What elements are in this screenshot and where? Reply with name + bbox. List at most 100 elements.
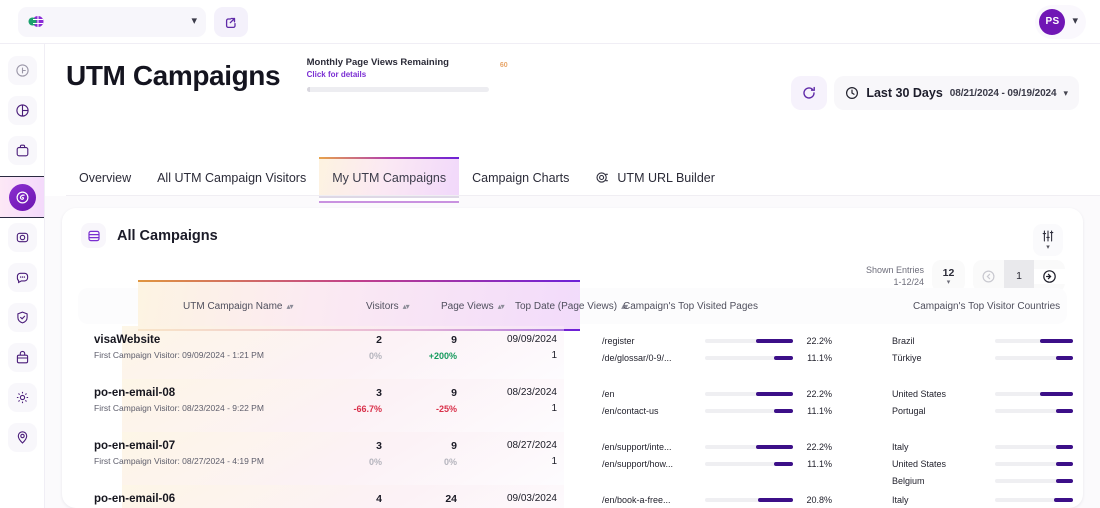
delta: 0% [368,351,382,361]
mini-bar-track [705,497,793,502]
date-range-picker[interactable]: Last 30 Days 08/21/2024 - 09/19/2024 ▾ [834,76,1079,110]
column-header-visitors[interactable]: Visitors ▴▾ [366,301,410,312]
mini-bar-label: /en/support/inte... [602,441,672,452]
mini-bar-label: /en/book-a-free... [602,494,671,505]
mini-bar-percent: 22.2% [806,441,832,452]
page-header: UTM Campaigns Monthly Page Views Remaini… [45,44,1100,156]
mini-bar-row: Türkiye 11.1% [892,349,1083,366]
mini-bar-percent: 11.1% [807,352,832,363]
page-views-cell: 9 -25% [399,387,457,414]
mini-bar-fill [774,355,793,360]
mini-bar-track [995,478,1073,483]
column-label: UTM Campaign Name [183,300,283,312]
column-label: Top Date (Page Views) [515,300,618,312]
visitors-cell: 4+300% [324,493,382,508]
sidebar-item-goals[interactable] [7,223,37,252]
column-header-campaign-name[interactable]: UTM Campaign Name ▴▾ [183,300,294,312]
tab-label: My UTM Campaigns [332,171,447,185]
card-header: All Campaigns [62,208,1083,248]
quota-details-link[interactable]: Click for details [307,70,489,79]
top-date: 08/23/2024 [506,387,557,398]
mini-bar-track [995,391,1073,396]
column-label: Campaign's Top Visitor Countries [913,300,1061,312]
open-site-button[interactable] [214,6,248,37]
mini-bar-fill [1056,444,1073,449]
top-date: 08/27/2024 [506,440,557,451]
campaigns-table: UTM Campaign Name ▴▾ Visitors ▴▾ Page Vi… [62,280,1083,508]
tab-label: All UTM Campaign Visitors [157,171,307,185]
column-settings-button[interactable]: ▾ [1033,224,1063,256]
tab-label: Overview [79,171,132,185]
mini-bar-percent: 11.1% [1080,406,1083,416]
mini-bar-row: /en 22.2% [602,385,832,402]
sidebar-item-security[interactable] [7,303,37,332]
top-date: 09/03/2024 [506,493,557,504]
value: 9 [451,334,457,346]
mini-bar-fill [755,444,793,449]
quota-progress-bar [306,87,489,92]
user-menu[interactable]: PS ▾ [1035,4,1086,39]
chevron-down-icon: ▾ [1046,244,1050,251]
column-header-top-date[interactable]: Top Date (Page Views) ▴▾ [515,300,628,312]
sidebar-item-campaigns[interactable] [0,176,44,218]
mini-bar-row: Portugal 11.1% [892,402,1083,419]
sidebar-item-ecommerce[interactable] [7,343,37,372]
shown-entries-label: Shown Entries [865,264,924,275]
briefcase-icon [15,143,30,158]
prev-page-button[interactable] [973,269,1004,284]
mini-bar-label: Belgium [892,475,925,486]
first-visit-text: First Campaign Visitor: 08/23/2024 - 9:2… [94,403,264,413]
mini-bar-fill [1039,338,1073,343]
chevron-down-icon: ▾ [1063,87,1068,98]
mini-bar-percent: 11.1% [1080,459,1083,469]
refresh-icon [801,85,817,101]
column-label: Campaign's Top Visited Pages [623,300,758,312]
mini-bar-label: /en/contact-us [602,405,659,416]
site-logo-icon [27,13,44,30]
top-date-page-views: 1 [551,350,557,361]
mini-bar-track [705,408,793,413]
mini-bar-label: Türkiye [892,352,922,363]
table-row[interactable]: po-en-email-06First Campaign Visitor: 09… [62,485,1083,508]
sidebar-item-dashboard[interactable] [7,56,37,85]
tab-utm-url-builder[interactable]: UTM URL Builder [582,170,727,196]
visitors-cell: 3 0% [324,440,382,467]
sidebar-item-locations[interactable] [7,423,37,452]
top-date-page-views: 1 [551,456,557,467]
sidebar-item-analytics[interactable] [7,96,37,125]
sidebar-item-inbox[interactable] [7,136,37,165]
mini-bar-track [705,461,793,466]
mini-bar-percent: 22.2% [806,335,832,346]
mini-bar-track [705,355,793,360]
table-row[interactable]: po-en-email-07 First Campaign Visitor: 08… [62,432,1083,486]
table-body: visaWebsite First Campaign Visitor: 09/09… [62,326,1083,508]
mini-bar-label: United States [892,458,947,469]
next-page-button[interactable] [1034,268,1065,284]
tab-campaign-charts[interactable]: Campaign Charts [459,171,582,196]
sidebar-item-messages[interactable] [7,263,37,292]
mini-bar-row: /register 22.2% [602,332,832,349]
sidebar-item-settings[interactable] [7,383,37,412]
tab-my-utm-campaigns[interactable]: My UTM Campaigns [319,157,460,196]
column-header-page-views[interactable]: Page Views ▴▾ [441,300,505,312]
top-visited-pages-cell: /en/support/inte... 22.2% /en/support/how.… [602,438,832,472]
site-selector[interactable]: ▾ [18,6,206,37]
top-visited-pages-cell: /en 22.2% /en/contact-us 11.1% [602,385,832,419]
mini-bar-fill [1056,408,1073,413]
chevron-down-icon: ▾ [191,15,197,27]
page-views-quota[interactable]: Monthly Page Views Remaining Click for d… [306,57,508,92]
tab-all-utm-campaign-visitors[interactable]: All UTM Campaign Visitors [144,171,319,196]
external-link-icon [224,15,238,29]
refresh-button[interactable] [791,76,828,110]
campaign-name-cell: po-en-email-06First Campaign Visitor: 09… [94,493,264,508]
mini-bar-fill [774,408,793,413]
table-row[interactable]: visaWebsite First Campaign Visitor: 09/09… [62,326,1083,379]
mini-bar-fill [1056,461,1073,466]
sort-icon: ▴▾ [497,301,505,311]
column-label: Page Views [441,300,494,312]
mini-bar-track [705,444,793,449]
mini-bar-track [995,338,1073,343]
mini-bar-row: Italy 12.5% [892,491,1083,508]
table-row[interactable]: po-en-email-08 First Campaign Visitor: 08… [62,379,1083,432]
tab-overview[interactable]: Overview [66,171,144,196]
